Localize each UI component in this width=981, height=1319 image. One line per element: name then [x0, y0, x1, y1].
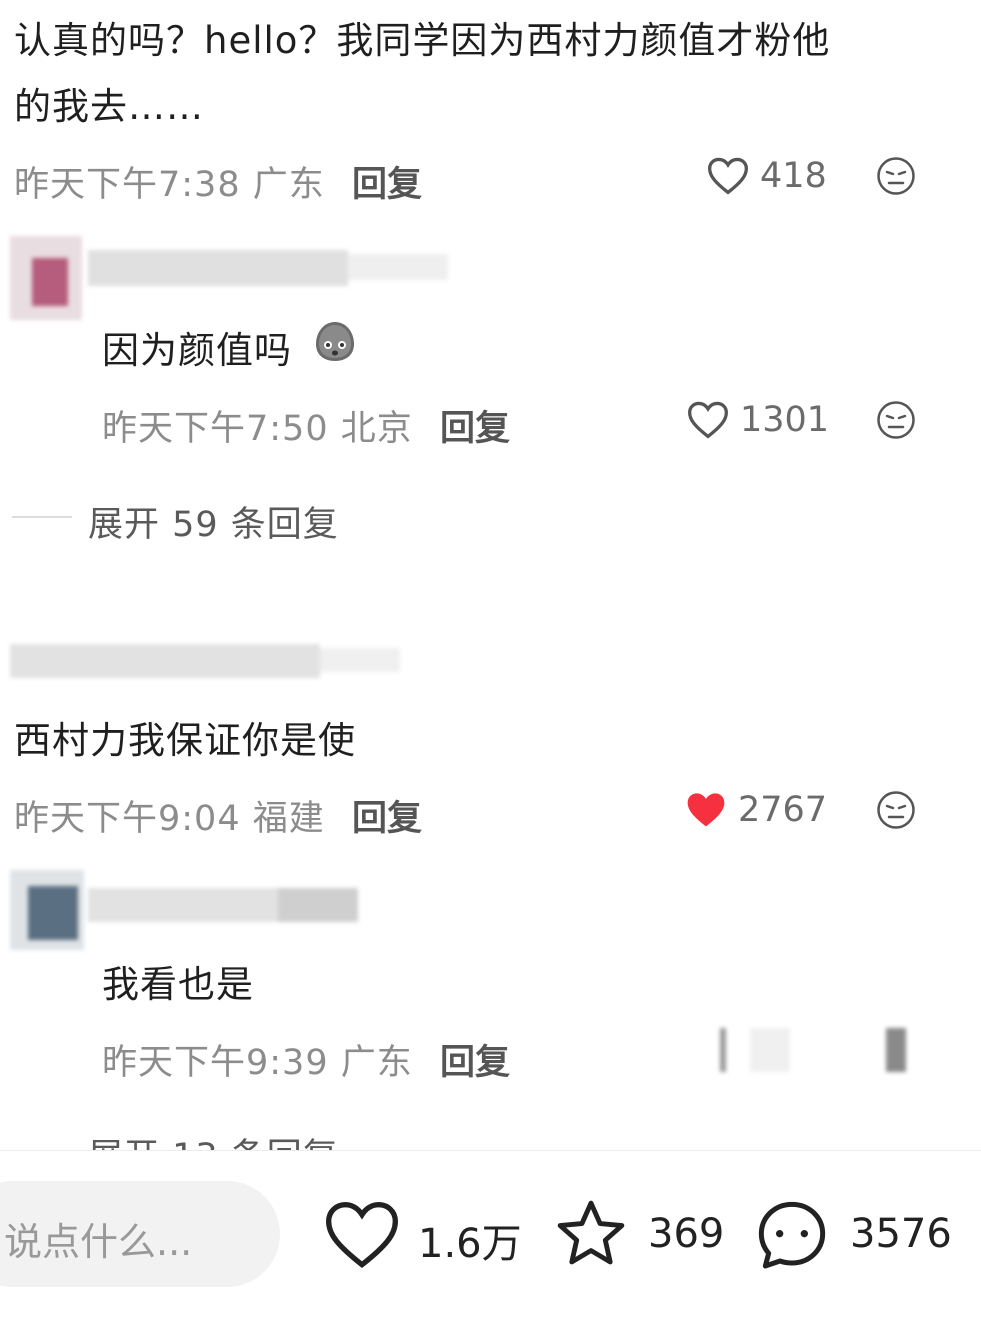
comment-1-text-line2: 的我去…… — [14, 85, 204, 128]
reply-2-like-area-blurred[interactable] — [720, 1022, 920, 1076]
comment-3-text: 西村力我保证你是使 — [14, 719, 356, 762]
reply-2-username[interactable] — [88, 876, 378, 930]
comment-1-like-count: 418 — [760, 156, 827, 196]
reply-2-text: 我看也是 — [102, 963, 254, 1006]
comment-1-time: 昨天下午7:38 广东 — [14, 165, 325, 205]
comment-3-emoji-button[interactable] — [876, 790, 916, 834]
reply-1-reply-button[interactable]: 回复 — [440, 400, 510, 451]
chat-bubble-icon — [758, 1201, 826, 1269]
comment-input[interactable]: 说点什么... — [0, 1181, 280, 1287]
post-like-button[interactable] — [322, 1195, 402, 1275]
reply-1-username[interactable] — [88, 238, 468, 294]
reply-1-time: 昨天下午7:50 北京 — [102, 409, 413, 449]
comment-3-reply-button[interactable]: 回复 — [352, 790, 422, 841]
post-star-count: 369 — [648, 1211, 725, 1257]
expand-replies-button[interactable]: 展开 59 条回复 — [88, 496, 339, 547]
emoji-neutral-icon — [877, 791, 915, 829]
comment-1-reply-button[interactable]: 回复 — [352, 156, 422, 207]
comment-3-time: 昨天下午9:04 福建 — [14, 799, 325, 839]
heart-outline-icon — [325, 1201, 399, 1269]
bottom-action-bar: 说点什么... 1.6万 369 3576 — [0, 1150, 981, 1319]
comment-3-like-count: 2767 — [738, 790, 828, 830]
comment-1-text-line1: 认真的吗？hello？我同学因为西村力颜值才粉他 — [14, 19, 831, 62]
star-icon — [557, 1200, 625, 1265]
post-comment-count: 3576 — [850, 1211, 952, 1257]
expand-divider — [12, 516, 72, 518]
comment-3-like-button[interactable] — [684, 788, 728, 834]
comment-1-like-button[interactable] — [706, 154, 752, 198]
reply-1-like-count: 1301 — [740, 400, 830, 440]
comment-input-placeholder: 说点什么... — [4, 1220, 193, 1264]
reply-2-avatar[interactable] — [10, 870, 84, 950]
heart-outline-icon — [708, 157, 748, 195]
heart-filled-icon — [687, 793, 725, 827]
emoji-neutral-icon — [877, 401, 915, 439]
reply-1-like-button[interactable] — [686, 398, 730, 444]
post-like-count: 1.6万 — [418, 1221, 522, 1267]
post-comment-button[interactable] — [752, 1195, 832, 1279]
reply-1-text: 因为颜值吗 — [102, 329, 292, 372]
reply-1-emoji-button[interactable] — [876, 400, 916, 444]
reply-1-avatar[interactable] — [10, 236, 82, 320]
pensive-emoji-icon — [312, 318, 358, 368]
comment-3-username[interactable] — [10, 630, 410, 690]
reply-2-reply-button[interactable]: 回复 — [440, 1034, 510, 1085]
heart-outline-icon — [688, 401, 728, 439]
emoji-neutral-icon — [877, 157, 915, 195]
reply-2-time: 昨天下午9:39 广东 — [102, 1043, 413, 1083]
comment-1-emoji-button[interactable] — [876, 156, 916, 200]
post-star-button[interactable] — [552, 1195, 630, 1277]
